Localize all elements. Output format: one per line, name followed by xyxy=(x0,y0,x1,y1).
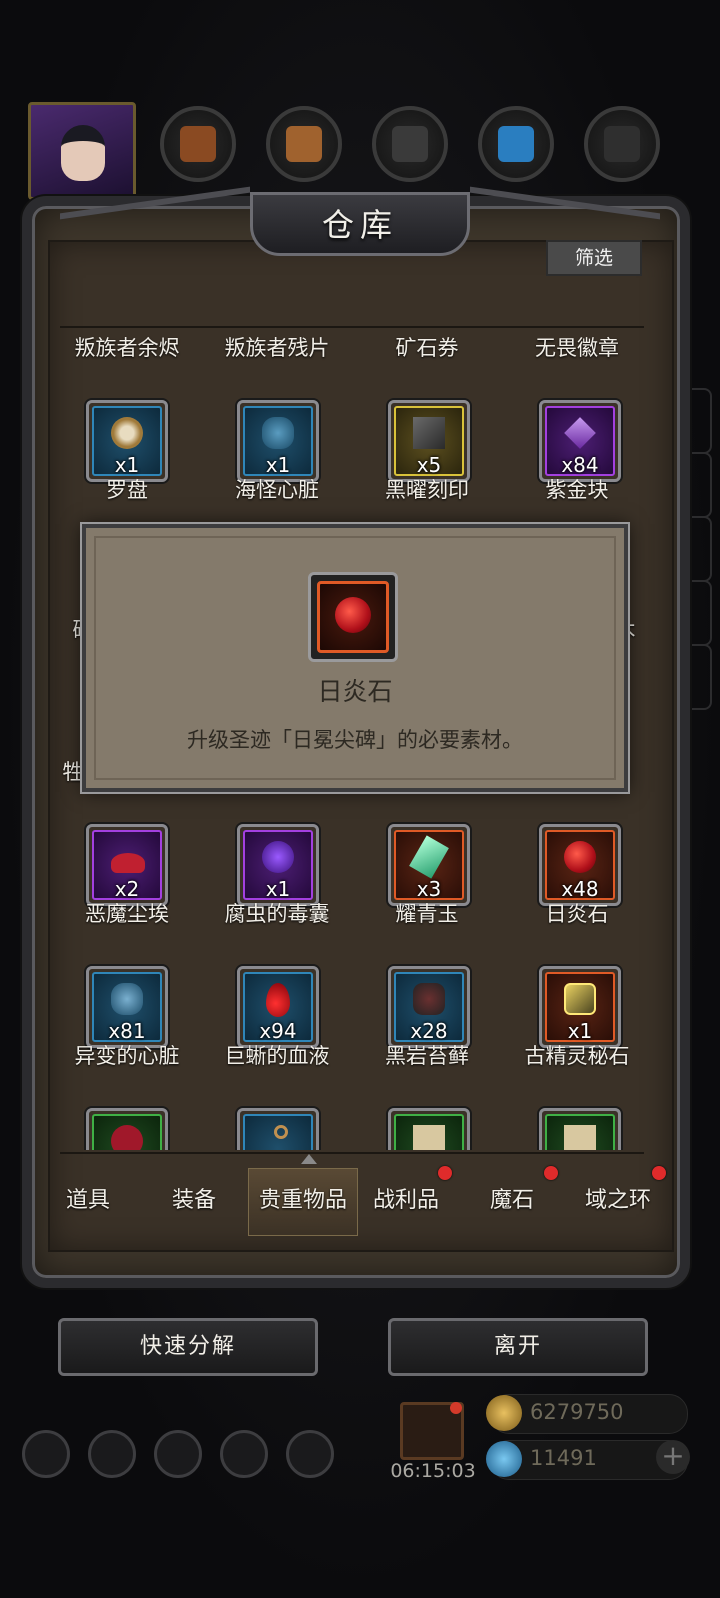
compass-icon xyxy=(111,417,143,449)
sunflame-stone-icon xyxy=(308,572,398,662)
item-slot[interactable]: x28 xyxy=(388,966,470,1048)
plank-icon[interactable] xyxy=(266,106,342,182)
iron-ingot-icon[interactable] xyxy=(372,106,448,182)
item-name: 黑曜刻印 xyxy=(385,478,469,502)
player-avatar[interactable] xyxy=(28,102,136,200)
item-name: 罗盘 xyxy=(106,478,148,502)
item-slot[interactable] xyxy=(237,1108,319,1150)
item-name: 巨蜥的血液 xyxy=(224,1044,330,1068)
tab-valuables[interactable]: 贵重物品 xyxy=(248,1168,358,1236)
item-slot[interactable]: x94 xyxy=(237,966,319,1048)
star-icon[interactable] xyxy=(88,1430,136,1478)
item-name: 黑岩苔藓 xyxy=(385,1044,469,1068)
divider xyxy=(60,1152,644,1154)
item-slot[interactable]: x2 xyxy=(86,824,168,906)
obsidian-seal-icon xyxy=(413,417,445,449)
item-label: 矿石券 xyxy=(395,336,459,360)
ore-icon[interactable] xyxy=(584,106,660,182)
avatar-face xyxy=(61,125,105,181)
item-slot[interactable]: x1 xyxy=(539,966,621,1048)
item-name: 恶魔尘埃 xyxy=(85,902,169,926)
map-icon[interactable] xyxy=(286,1430,334,1478)
item-slot[interactable] xyxy=(388,1108,470,1150)
popup-item-name: 日炎石 xyxy=(317,677,393,706)
item-label: 叛族者残片 xyxy=(224,336,330,360)
black-moss-icon xyxy=(413,983,445,1015)
scroll-icon xyxy=(564,1125,596,1150)
item-row-partial xyxy=(60,1106,660,1150)
sea-monster-heart-icon xyxy=(262,417,294,449)
item-name: 紫金块 xyxy=(545,478,609,502)
page-title: 仓库 xyxy=(321,206,398,244)
gem-amount: 11491 xyxy=(530,1446,597,1470)
settings-icon[interactable] xyxy=(22,1430,70,1478)
item-slot[interactable]: x1 xyxy=(237,824,319,906)
side-tab[interactable] xyxy=(690,452,712,518)
item-slot[interactable]: x1 xyxy=(237,400,319,482)
poison-sac-icon xyxy=(262,841,294,873)
notification-badge xyxy=(438,1166,452,1180)
gem-icon xyxy=(486,1441,522,1477)
item-name: 海怪心脏 xyxy=(235,478,319,502)
key-icon xyxy=(274,1125,288,1139)
popup-item-desc: 升级圣迹「日冕尖碑」的必要素材。 xyxy=(187,728,523,752)
notification-badge xyxy=(544,1166,558,1180)
mail-icon[interactable] xyxy=(220,1430,268,1478)
item-slot[interactable]: x1 xyxy=(86,400,168,482)
quick-decompose-button[interactable]: 快速分解 xyxy=(58,1318,318,1376)
side-tab[interactable] xyxy=(690,644,712,710)
blood-drop-icon xyxy=(266,983,290,1017)
red-spike-icon xyxy=(111,1125,143,1150)
notification-badge xyxy=(652,1166,666,1180)
item-label: 叛族者余烬 xyxy=(74,336,180,360)
mutated-heart-icon xyxy=(111,983,143,1015)
item-name: 古精灵秘石 xyxy=(524,1044,630,1068)
event-timer: 06:15:03 xyxy=(390,1460,476,1482)
side-tab[interactable] xyxy=(690,388,712,454)
wood-log-icon[interactable] xyxy=(160,106,236,182)
elf-stone-icon xyxy=(564,983,596,1015)
tab-equipment[interactable]: 装备 xyxy=(142,1168,246,1236)
scroll-icon xyxy=(413,1125,445,1150)
item-slot[interactable] xyxy=(539,1108,621,1150)
active-tab-caret xyxy=(301,1154,317,1164)
notification-badge xyxy=(450,1402,462,1414)
category-tabs: 道具 装备 贵重物品 战利品 魔石 域之环 xyxy=(36,1166,676,1238)
crystal-icon[interactable] xyxy=(478,106,554,182)
item-name: 异变的心脏 xyxy=(74,1044,180,1068)
divider xyxy=(60,326,644,328)
item-slot[interactable]: x84 xyxy=(539,400,621,482)
item-name: 耀青玉 xyxy=(395,902,459,926)
book-icon[interactable] xyxy=(154,1430,202,1478)
item-slot[interactable]: x81 xyxy=(86,966,168,1048)
gold-amount: 6279750 xyxy=(530,1400,624,1424)
filter-button[interactable]: 筛选 xyxy=(546,240,642,276)
item-slot[interactable]: x48 xyxy=(539,824,621,906)
item-label: 无畏徽章 xyxy=(535,336,619,360)
leave-button[interactable]: 离开 xyxy=(388,1318,648,1376)
item-slot[interactable]: x3 xyxy=(388,824,470,906)
item-slot[interactable] xyxy=(86,1108,168,1150)
tab-items[interactable]: 道具 xyxy=(36,1168,140,1236)
item-name: 日炎石 xyxy=(545,902,609,926)
gold-coin-icon xyxy=(486,1395,522,1431)
item-name: 腐虫的毒囊 xyxy=(224,902,330,926)
demon-dust-icon xyxy=(111,853,145,873)
sunflame-stone-icon xyxy=(564,841,596,873)
item-slot[interactable]: x5 xyxy=(388,400,470,482)
add-currency-icon[interactable]: + xyxy=(656,1440,690,1474)
side-tab[interactable] xyxy=(690,516,712,582)
